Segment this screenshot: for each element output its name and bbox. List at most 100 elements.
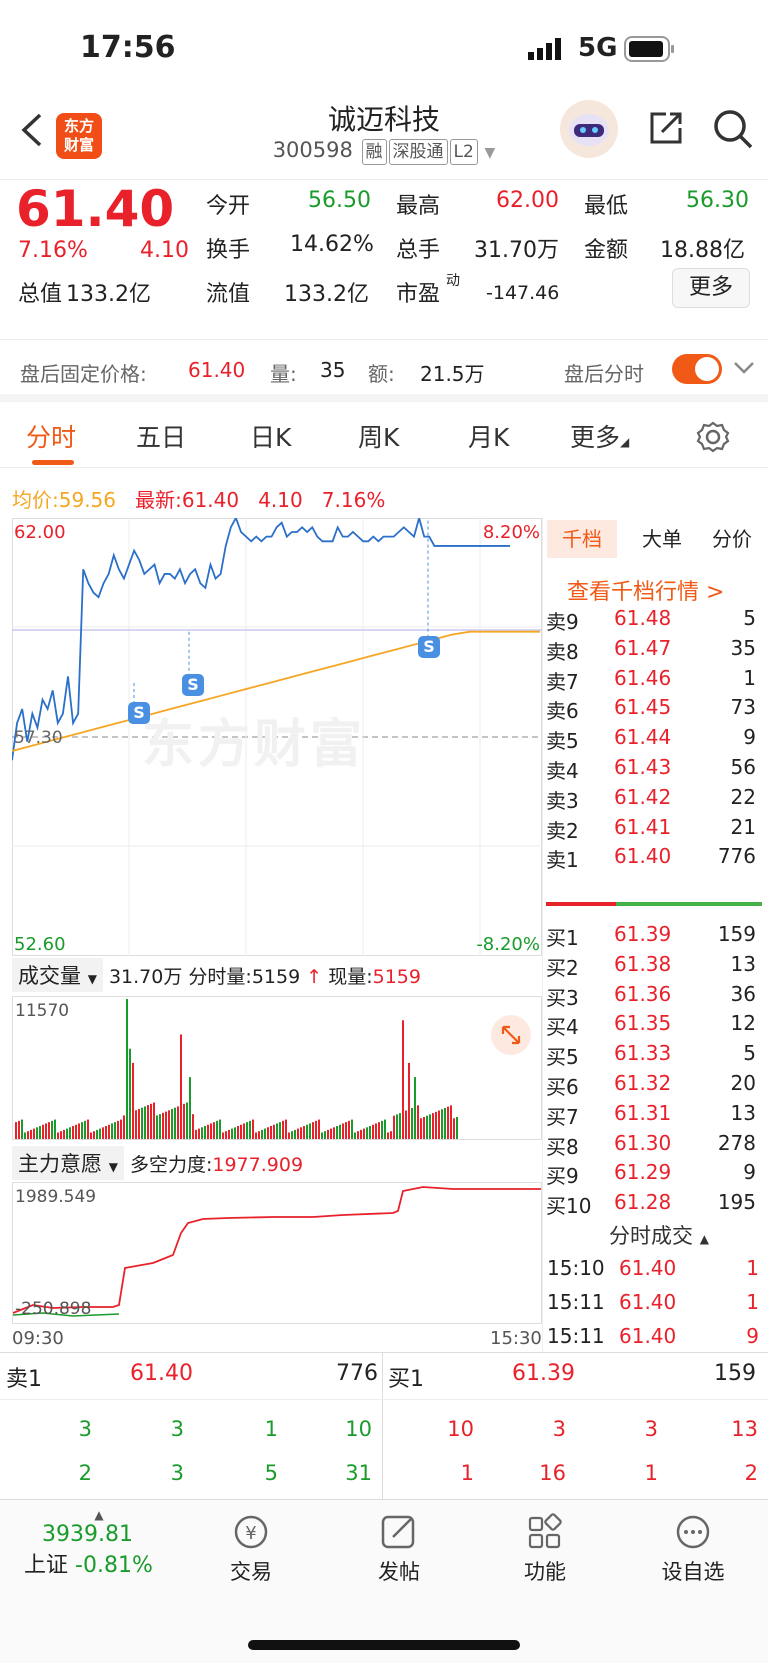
buy-row[interactable]: 买1 61.39 159: [546, 922, 762, 953]
volume-chart[interactable]: 11570: [12, 996, 542, 1140]
volume-bar: [102, 1127, 104, 1139]
pe-label: 市盈: [396, 282, 441, 307]
last-price: 61.40: [16, 180, 175, 238]
volume-bar: [429, 1114, 431, 1139]
sell-row[interactable]: 卖9 61.48 5: [546, 606, 762, 637]
sell-row[interactable]: 卖8 61.47 35: [546, 636, 762, 667]
sell-row[interactable]: 卖4 61.43 56: [546, 755, 762, 786]
volume-bar: [54, 1119, 56, 1139]
tab-five-day[interactable]: 五日: [136, 418, 186, 454]
ob-tab-price[interactable]: 分价: [697, 520, 767, 558]
buy-row[interactable]: 买6 61.32 20: [546, 1071, 762, 1102]
sell-row[interactable]: 卖1 61.40 776: [546, 844, 762, 875]
buy-row[interactable]: 买7 61.31 13: [546, 1101, 762, 1132]
sell-row[interactable]: 卖7 61.46 1: [546, 666, 762, 697]
volume-bar: [435, 1111, 437, 1139]
open-value: 56.50: [308, 188, 371, 213]
settings-icon[interactable]: [696, 420, 730, 454]
buy-row[interactable]: 买4 61.35 12: [546, 1011, 762, 1042]
buy-row[interactable]: 买8 61.30 278: [546, 1131, 762, 1162]
chevron-down-icon[interactable]: ▼: [485, 145, 496, 161]
volume-bar: [204, 1126, 206, 1139]
buy-price: 61.35: [614, 1011, 672, 1036]
tick-row: 15:11 61.40 9: [547, 1324, 765, 1354]
chevron-down-icon[interactable]: [732, 358, 756, 378]
tick-row: 15:10 61.40 1: [547, 1256, 765, 1286]
tab-label: 月K: [468, 423, 510, 452]
sell-level: 卖6: [546, 699, 579, 724]
nav-trade[interactable]: ¥ 交易: [196, 1512, 306, 1586]
tab-day-k[interactable]: 日K: [250, 418, 291, 454]
s-marker-icon[interactable]: S: [182, 674, 204, 696]
ob-tab-big[interactable]: 大单: [627, 520, 697, 558]
sell-row[interactable]: 卖2 61.41 21: [546, 815, 762, 846]
force-selector[interactable]: 主力意愿 ▼: [12, 1146, 124, 1180]
volume-bar: [93, 1131, 95, 1139]
sell-row[interactable]: 卖3 61.42 22: [546, 785, 762, 816]
buy-row[interactable]: 买3 61.36 36: [546, 982, 762, 1013]
tab-intraday[interactable]: 分时: [26, 418, 76, 454]
index-widget[interactable]: ▲ 3939.81 上证 -0.81%: [24, 1508, 174, 1598]
force-chart[interactable]: 1989.549 -250.898: [12, 1182, 542, 1324]
ticks-panel[interactable]: 分时成交 ▲ 15:10 61.40 1 15:11 61.40 1 15:11 61.40 9: [542, 1218, 768, 1352]
robot-avatar-icon[interactable]: [560, 100, 618, 158]
buy-row[interactable]: 买10 61.28 195: [546, 1190, 762, 1221]
ob-link[interactable]: 查看千档行情 >: [567, 574, 724, 606]
tab-more[interactable]: 更多◢: [570, 418, 629, 454]
force-ratio: 1977.909: [212, 1154, 304, 1176]
after-price: 61.40: [188, 358, 246, 382]
buy-row[interactable]: 买2 61.38 13: [546, 952, 762, 983]
sell-row[interactable]: 卖6 61.45 73: [546, 695, 762, 726]
volume-bar: [27, 1131, 29, 1139]
buy-volume: 36: [730, 981, 756, 1006]
pct-max-label: 8.20%: [482, 522, 540, 543]
price-chart[interactable]: 东方财富 62.00 57.30 52.60 8.20% -8.20% S S …: [11, 496, 542, 956]
buy-row[interactable]: 买9 61.29 9: [546, 1160, 762, 1191]
bottom-cell: 10: [345, 1417, 372, 1441]
buy-row[interactable]: 买5 61.33 5: [546, 1041, 762, 1072]
latest-label: 最新:: [135, 488, 182, 512]
bottom-cell: 5: [264, 1461, 278, 1485]
volume-bar: [24, 1132, 26, 1139]
bottom-cell: 31: [345, 1461, 372, 1485]
caret-icon: ▼: [108, 1160, 118, 1174]
volume-bar: [351, 1119, 353, 1139]
more-button[interactable]: 更多: [672, 268, 750, 308]
volume-bar: [417, 1105, 419, 1139]
after-hours-toggle[interactable]: [672, 354, 722, 384]
sell-row[interactable]: 卖5 61.44 9: [546, 725, 762, 756]
period-tabs: 分时 五日 日K 周K 月K 更多◢: [0, 404, 768, 468]
volume-bar: [33, 1128, 35, 1139]
sell-volume: 56: [730, 755, 756, 779]
volume-bar: [216, 1120, 218, 1139]
s-marker-icon[interactable]: S: [418, 636, 440, 658]
sell-price: 61.44: [614, 725, 672, 750]
sell-level: 卖5: [546, 729, 579, 754]
nav-function[interactable]: 功能: [490, 1512, 600, 1586]
volume-bar: [282, 1120, 284, 1139]
share-icon[interactable]: [646, 108, 686, 148]
search-icon[interactable]: [712, 108, 754, 150]
volume-bar: [453, 1118, 455, 1139]
volume-bar: [129, 1048, 131, 1139]
volume-bar: [51, 1120, 53, 1139]
nav-watchlist[interactable]: 设自选: [638, 1512, 748, 1586]
ob-tab-level[interactable]: 千档: [547, 520, 617, 558]
bottom-cell: 10: [447, 1417, 474, 1441]
expand-icon[interactable]: [491, 1015, 531, 1055]
volume-selector[interactable]: 成交量 ▼: [12, 958, 103, 992]
tab-week-k[interactable]: 周K: [358, 418, 399, 454]
s-marker-icon[interactable]: S: [128, 702, 150, 724]
min-vol: 5159: [251, 966, 301, 988]
ob-tab-label: 分价: [712, 527, 752, 551]
volume-bar: [270, 1126, 272, 1139]
tab-month-k[interactable]: 月K: [468, 418, 509, 454]
volume-bar: [141, 1107, 143, 1139]
after-amt: 21.5万: [420, 362, 485, 386]
volume-bar: [84, 1120, 86, 1139]
open-label: 今开: [206, 194, 251, 219]
nav-post[interactable]: 发帖: [344, 1512, 454, 1586]
tick-volume: 9: [746, 1324, 759, 1348]
y-min-label: 52.60: [14, 934, 66, 955]
volume-bar: [333, 1127, 335, 1139]
